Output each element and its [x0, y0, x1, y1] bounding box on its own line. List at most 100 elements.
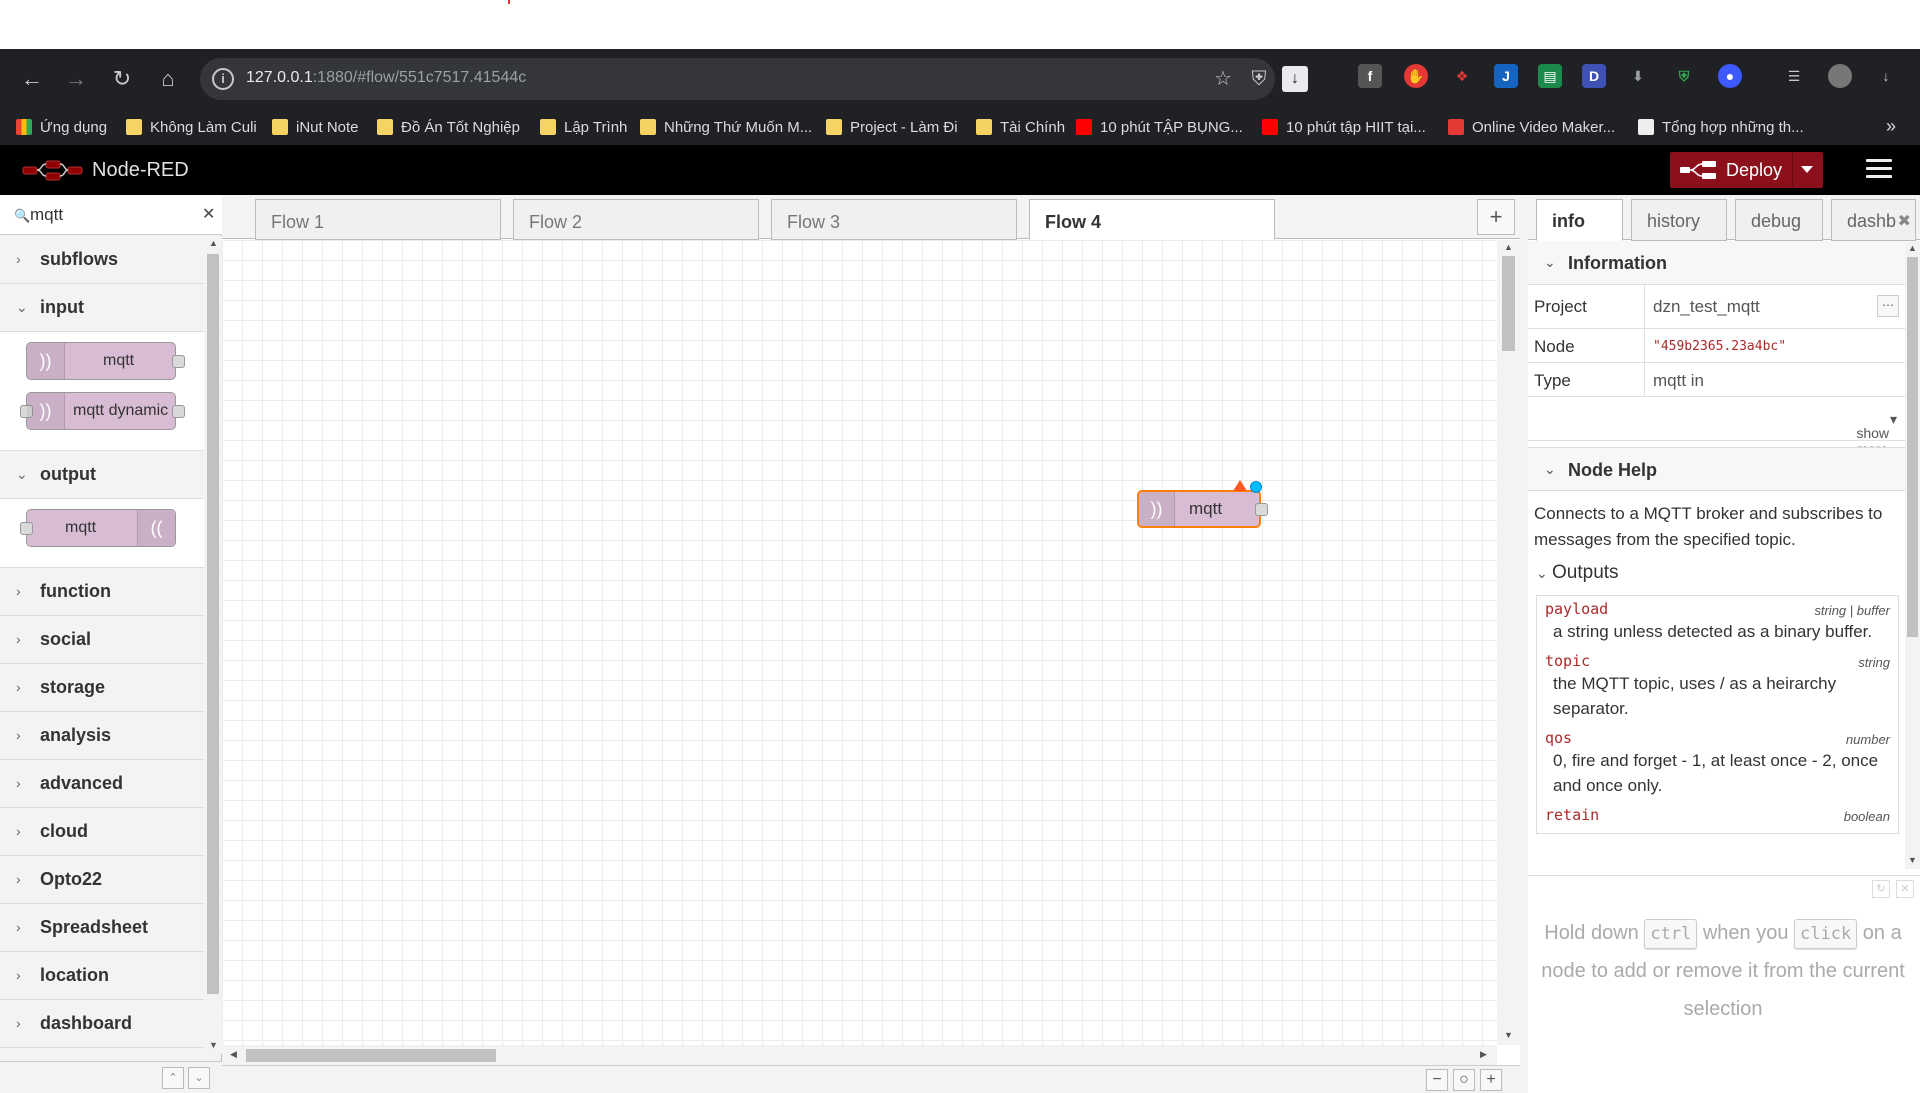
add-flow-button[interactable]: +: [1477, 199, 1515, 235]
bookmark-item[interactable]: Tổng hợp những th...: [1638, 116, 1804, 138]
tab-flow-1[interactable]: Flow 1: [255, 199, 501, 240]
project-settings-button[interactable]: ⋯: [1877, 295, 1899, 317]
bookmark-item[interactable]: iNut Note: [272, 116, 359, 138]
sidebar-scrollbar[interactable]: ▲ ▼: [1905, 241, 1920, 869]
scroll-down-icon[interactable]: ▼: [1908, 855, 1917, 865]
site-info-icon[interactable]: i: [212, 68, 234, 90]
category-storage[interactable]: › storage: [0, 664, 204, 712]
bookmark-item[interactable]: Online Video Maker...: [1448, 116, 1615, 138]
ext-j-icon[interactable]: J: [1494, 64, 1518, 88]
scroll-up-icon[interactable]: ▲: [1908, 243, 1917, 253]
show-more-link[interactable]: show more ▾: [1856, 411, 1897, 457]
tab-history[interactable]: history: [1631, 199, 1727, 241]
scrollbar-thumb[interactable]: [207, 254, 219, 994]
bookmark-item[interactable]: Project - Làm Đi: [826, 116, 958, 138]
downloads-icon[interactable]: ↓: [1874, 64, 1898, 88]
scrollbar-thumb[interactable]: [246, 1049, 496, 1062]
close-tab-icon[interactable]: ✖: [1898, 211, 1911, 231]
workspace-vertical-scrollbar[interactable]: ▲ ▼: [1497, 240, 1520, 1045]
collapse-all-icon[interactable]: ⌃: [162, 1067, 184, 1089]
scroll-up-icon[interactable]: ▲: [1504, 242, 1513, 252]
scroll-right-icon[interactable]: ▶: [1480, 1049, 1487, 1060]
deploy-button[interactable]: Deploy: [1670, 152, 1823, 188]
close-tips-icon[interactable]: ✕: [1896, 880, 1914, 898]
category-input[interactable]: ⌄ input: [0, 284, 204, 332]
flow-canvas[interactable]: )) mqtt: [222, 240, 1497, 1045]
category-subflows[interactable]: › subflows: [0, 236, 204, 284]
bookmark-item[interactable]: 10 phút TẬP BỤNG...: [1076, 116, 1243, 138]
scroll-down-icon[interactable]: ▼: [1504, 1030, 1513, 1040]
category-spreadsheet[interactable]: › Spreadsheet: [0, 904, 204, 952]
star-icon[interactable]: ☆: [1210, 66, 1236, 92]
node-id-value[interactable]: "459b2365.23a4bc": [1644, 329, 1905, 362]
tab-dashboard[interactable]: dashb ✖: [1831, 199, 1916, 241]
download-page-icon[interactable]: ↓: [1282, 66, 1308, 92]
scroll-down-icon[interactable]: ▼: [209, 1040, 218, 1050]
bookmark-item[interactable]: Lập Trình: [540, 116, 627, 138]
ext-download-icon[interactable]: ⬇: [1626, 64, 1650, 88]
bookmark-item[interactable]: Tài Chính: [976, 116, 1065, 138]
palette-search-input[interactable]: [30, 203, 190, 227]
output-item: topic string the MQTT topic, uses / as a…: [1545, 652, 1890, 721]
bookmark-apps[interactable]: Ứng dụng: [16, 116, 107, 138]
workspace-horizontal-scrollbar[interactable]: ◀ ▶: [222, 1045, 1497, 1065]
media-control-icon[interactable]: ☰: [1782, 64, 1806, 88]
category-dashboard[interactable]: › dashboard: [0, 1000, 204, 1048]
expand-all-icon[interactable]: ⌄: [188, 1067, 210, 1089]
bookmarks-more-button[interactable]: »: [1886, 116, 1896, 137]
scrollbar-thumb[interactable]: [1907, 257, 1918, 637]
zoom-out-icon[interactable]: −: [1426, 1069, 1448, 1091]
tab-flow-2[interactable]: Flow 2: [513, 199, 759, 240]
back-icon[interactable]: ←: [14, 61, 50, 97]
palette-scrollbar[interactable]: ▲ ▼: [204, 236, 222, 1054]
category-output[interactable]: ⌄ output: [0, 451, 204, 499]
scroll-up-icon[interactable]: ▲: [209, 238, 218, 248]
zoom-in-icon[interactable]: +: [1480, 1069, 1502, 1091]
node-help-section-header[interactable]: ⌄ Node Help: [1528, 447, 1905, 491]
category-location[interactable]: › location: [0, 952, 204, 1000]
url-text[interactable]: 127.0.0.1:1880/#flow/551c7517.41544c: [246, 69, 526, 87]
tab-flow-4[interactable]: Flow 4: [1029, 199, 1275, 240]
ext-shield-icon[interactable]: ⛨: [1672, 64, 1696, 88]
outputs-header[interactable]: ⌄ Outputs: [1528, 557, 1905, 591]
palette-node-mqtt-out[interactable]: mqtt ((: [20, 509, 176, 547]
category-analysis[interactable]: › analysis: [0, 712, 204, 760]
profile-avatar[interactable]: [1828, 64, 1852, 88]
tab-flow-3[interactable]: Flow 3: [771, 199, 1017, 240]
category-function[interactable]: › function: [0, 568, 204, 616]
ext-d-icon[interactable]: D: [1582, 64, 1606, 88]
flow-node-mqtt-in[interactable]: )) mqtt: [1137, 480, 1268, 528]
scroll-left-icon[interactable]: ◀: [230, 1049, 237, 1060]
clear-search-icon[interactable]: ✕: [202, 204, 215, 224]
category-opto22[interactable]: › Opto22: [0, 856, 204, 904]
bookmark-item[interactable]: Đồ Án Tốt Nghiệp: [377, 116, 520, 138]
palette-node-mqtt-in[interactable]: )) mqtt: [26, 342, 185, 380]
shield-icon[interactable]: ⛨: [1246, 66, 1272, 92]
information-section-header[interactable]: ⌄ Information: [1528, 241, 1905, 285]
refresh-tip-icon[interactable]: ↻: [1872, 880, 1890, 898]
main-menu-icon[interactable]: [1866, 159, 1892, 181]
facebook-ext-icon[interactable]: f: [1358, 64, 1382, 88]
property-key: Node: [1534, 337, 1575, 356]
reload-icon[interactable]: ↻: [104, 61, 140, 97]
adblock-ext-icon[interactable]: ✋: [1404, 64, 1428, 88]
palette-node-mqtt-dynamic[interactable]: )) mqtt dynamic: [20, 392, 185, 430]
address-bar[interactable]: i 127.0.0.1:1880/#flow/551c7517.41544c ☆…: [200, 58, 1308, 100]
bookmark-item[interactable]: 10 phút tập HIIT tại...: [1262, 116, 1426, 138]
tab-debug[interactable]: debug: [1735, 199, 1823, 241]
bookmark-item[interactable]: Những Thứ Muốn M...: [640, 116, 812, 138]
deploy-dropdown-icon[interactable]: [1801, 166, 1813, 173]
tab-info[interactable]: info: [1536, 199, 1623, 241]
ext-sheet-icon[interactable]: ▤: [1538, 64, 1562, 88]
home-icon[interactable]: ⌂: [150, 61, 186, 97]
zoom-reset-icon[interactable]: ○: [1453, 1069, 1475, 1091]
category-social[interactable]: › social: [0, 616, 204, 664]
scrollbar-thumb[interactable]: [1502, 256, 1515, 351]
ext-blue-icon[interactable]: ●: [1718, 64, 1742, 88]
forward-icon[interactable]: →: [58, 61, 94, 97]
bookmark-item[interactable]: Không Làm Culi: [126, 116, 257, 138]
output-port[interactable]: [1255, 503, 1268, 516]
category-advanced[interactable]: › advanced: [0, 760, 204, 808]
category-cloud[interactable]: › cloud: [0, 808, 204, 856]
ext-red-icon[interactable]: ❖: [1450, 64, 1474, 88]
